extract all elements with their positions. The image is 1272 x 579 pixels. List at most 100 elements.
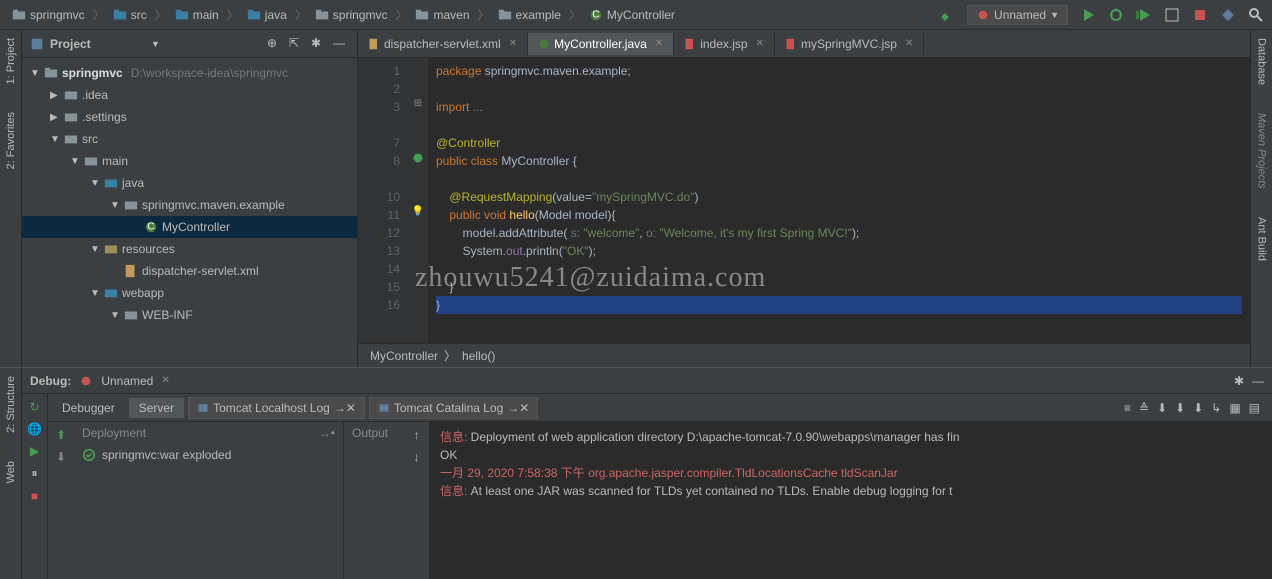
up-icon[interactable]: ≙ xyxy=(1139,401,1149,415)
gear-icon[interactable]: ✱ xyxy=(311,36,327,52)
toolbar-right: Unnamed ▼ xyxy=(939,5,1264,25)
step-icon[interactable]: ↳ xyxy=(1211,401,1221,415)
hammer-icon[interactable] xyxy=(939,7,955,23)
tree-webinf[interactable]: ▼WEB-INF xyxy=(22,304,357,326)
code-editor[interactable]: 1237810111213141516 ⊞💡 package springmvc… xyxy=(358,58,1250,343)
sidebar-tab-maven[interactable]: Maven Projects xyxy=(1254,109,1270,193)
close-icon[interactable]: ✕ xyxy=(161,375,169,386)
down3-icon[interactable]: ⬇ xyxy=(1193,401,1203,415)
close-icon[interactable]: ✕ xyxy=(655,38,663,49)
pause-icon[interactable]: ⏸ xyxy=(31,466,37,481)
tab-debugger[interactable]: Debugger xyxy=(52,398,125,418)
undeploy-icon[interactable]: ⬇ xyxy=(56,450,66,464)
sidebar-tab-database[interactable]: Database xyxy=(1254,34,1270,89)
sidebar-tab-project[interactable]: 1: Project xyxy=(3,34,19,88)
sidebar-tab-favorites[interactable]: 2: Favorites xyxy=(3,108,19,173)
down-icon[interactable]: ⬇ xyxy=(1157,401,1167,415)
debug-panel: 2: Structure Web Debug: Unnamed ✕ ✱ — ↻ … xyxy=(0,367,1272,579)
chevron-down-icon[interactable]: ▼ xyxy=(151,39,160,49)
calc-icon[interactable]: ▤ xyxy=(1249,401,1260,415)
run-icon[interactable] xyxy=(1080,7,1096,23)
down2-icon[interactable]: ⬇ xyxy=(1175,401,1185,415)
tab-localhost-log[interactable]: Tomcat Localhost Log →✕ xyxy=(188,397,365,419)
debug-title: Debug: xyxy=(30,374,71,388)
tree-idea[interactable]: ▶.idea xyxy=(22,84,357,106)
toggle-icon[interactable]: ≡ xyxy=(1124,401,1131,415)
stop-icon[interactable]: ■ xyxy=(31,489,38,503)
bc-class[interactable]: CMyController xyxy=(585,6,679,24)
breadcrumb: springmvc 〉 src 〉 main 〉 java 〉 springmv… xyxy=(8,6,939,24)
deployment-panel: Deployment →• springmvc:war exploded xyxy=(74,422,344,579)
tab-index[interactable]: index.jsp✕ xyxy=(674,33,775,55)
sidebar-tab-ant[interactable]: Ant Build xyxy=(1254,213,1270,265)
tab-server[interactable]: Server xyxy=(129,398,184,418)
output-header: Output xyxy=(352,426,388,440)
tree-pkg[interactable]: ▼springmvc.maven.example xyxy=(22,194,357,216)
run-config-selector[interactable]: Unnamed ▼ xyxy=(967,5,1068,25)
project-tree[interactable]: ▼springmvcD:\workspace-idea\springmvc ▶.… xyxy=(22,58,357,367)
editor-tabs: dispatcher-servlet.xml✕ MyController.jav… xyxy=(358,30,1250,58)
browser-icon[interactable]: 🌐 xyxy=(27,422,42,436)
bc-method[interactable]: hello() xyxy=(462,349,495,363)
deploy-toolbar: ⬆ ⬇ xyxy=(48,422,74,579)
tab-mycontroller[interactable]: MyController.java✕ xyxy=(528,33,674,55)
debug-icon[interactable] xyxy=(1108,7,1124,23)
sidebar-tab-web[interactable]: Web xyxy=(3,457,19,487)
down-arrow-icon[interactable]: ↓ xyxy=(414,450,420,464)
close-icon[interactable]: ✕ xyxy=(756,38,764,49)
gear-icon[interactable]: ✱ xyxy=(1234,374,1244,388)
tomcat-icon xyxy=(79,374,93,388)
bc-src[interactable]: src xyxy=(109,6,151,24)
tab-myspringmvc[interactable]: mySpringMVC.jsp✕ xyxy=(775,33,924,55)
up-arrow-icon[interactable]: ↑ xyxy=(414,428,420,442)
bulb-icon[interactable]: 💡 xyxy=(408,206,428,224)
tree-src[interactable]: ▼src xyxy=(22,128,357,150)
deploy-icon[interactable]: ⬆ xyxy=(56,428,66,442)
bc-class[interactable]: MyController xyxy=(370,349,438,363)
tree-settings[interactable]: ▶.settings xyxy=(22,106,357,128)
stop-icon[interactable] xyxy=(1192,7,1208,23)
left-sidebar: 1: Project 2: Favorites xyxy=(0,30,22,367)
close-icon[interactable]: ✕ xyxy=(509,38,517,49)
vcs-icon[interactable] xyxy=(1220,7,1236,23)
tree-java[interactable]: ▼java xyxy=(22,172,357,194)
bc-main[interactable]: main xyxy=(171,6,223,24)
tree-webapp[interactable]: ▼webapp xyxy=(22,282,357,304)
check-icon xyxy=(82,448,96,462)
search-icon[interactable] xyxy=(1248,7,1264,23)
project-icon xyxy=(30,37,44,51)
bc-pkg2[interactable]: maven xyxy=(411,6,473,24)
sidebar-tab-structure[interactable]: 2: Structure xyxy=(3,372,19,437)
bc-sep: 〉 xyxy=(93,6,105,23)
console-output[interactable]: 信息: Deployment of web application direct… xyxy=(430,422,1272,579)
bc-pkg1[interactable]: springmvc xyxy=(311,6,392,24)
debug-config: Unnamed xyxy=(101,374,153,388)
resume-icon[interactable]: ▶ xyxy=(30,444,39,458)
coverage-icon[interactable] xyxy=(1136,7,1152,23)
collapse-icon[interactable]: ⇱ xyxy=(289,36,305,52)
tree-controller[interactable]: CMyController xyxy=(22,216,357,238)
chevron-down-icon: ▼ xyxy=(1050,10,1059,20)
nav-bar: springmvc 〉 src 〉 main 〉 java 〉 springmv… xyxy=(0,0,1272,30)
bc-root[interactable]: springmvc xyxy=(8,6,89,24)
tree-resources[interactable]: ▼resources xyxy=(22,238,357,260)
eval-icon[interactable]: ▦ xyxy=(1229,401,1240,415)
right-sidebar: Database Maven Projects Ant Build xyxy=(1250,30,1272,367)
close-icon[interactable]: ✕ xyxy=(905,38,913,49)
locate-icon[interactable]: ⊕ xyxy=(267,36,283,52)
tab-catalina-log[interactable]: Tomcat Catalina Log →✕ xyxy=(369,397,538,419)
tree-main[interactable]: ▼main xyxy=(22,150,357,172)
bc-java[interactable]: java xyxy=(243,6,291,24)
profile-icon[interactable] xyxy=(1164,7,1180,23)
hide-icon[interactable]: — xyxy=(333,36,349,52)
bc-pkg3[interactable]: example xyxy=(494,6,565,24)
hide-icon[interactable]: — xyxy=(1252,374,1264,388)
rerun-icon[interactable]: ↻ xyxy=(29,400,39,414)
tab-dispatcher[interactable]: dispatcher-servlet.xml✕ xyxy=(358,33,528,55)
code-content[interactable]: package springmvc.maven.example; import … xyxy=(428,58,1250,343)
tree-dispatcher[interactable]: dispatcher-servlet.xml xyxy=(22,260,357,282)
tree-root[interactable]: ▼springmvcD:\workspace-idea\springmvc xyxy=(22,62,357,84)
deploy-item[interactable]: springmvc:war exploded xyxy=(74,444,343,466)
run-gutter-icon[interactable] xyxy=(408,152,428,170)
gutter-icons: ⊞💡 xyxy=(408,58,428,343)
